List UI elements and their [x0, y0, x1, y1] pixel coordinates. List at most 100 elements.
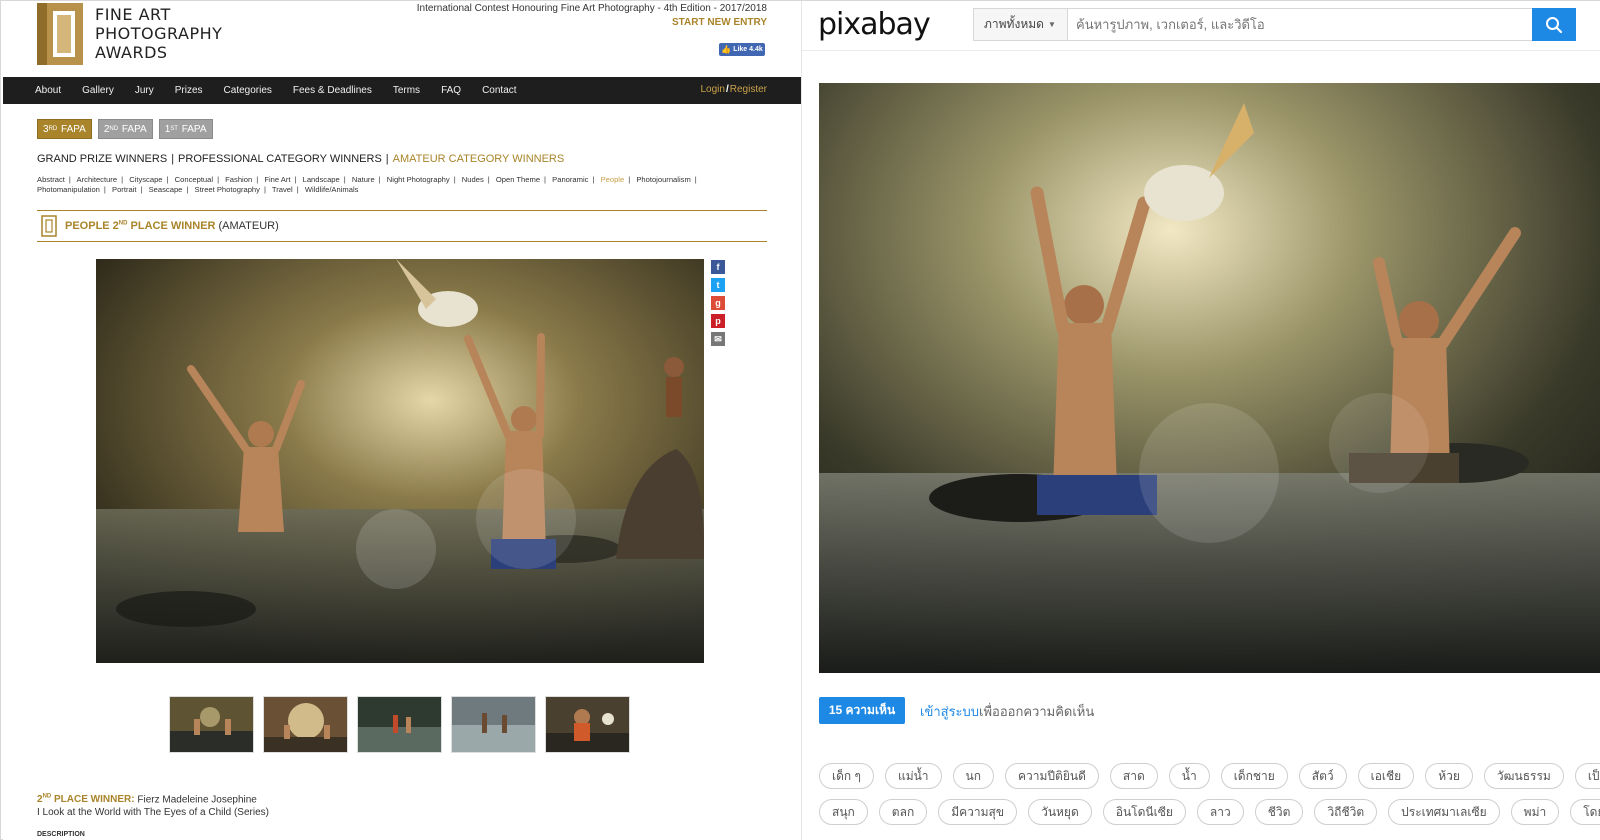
tag-chip[interactable]: โดยธรรมชาติ: [1570, 799, 1600, 825]
category-link[interactable]: Cityscape: [129, 175, 162, 184]
tag-chip[interactable]: วันหยุด: [1028, 799, 1092, 825]
category-link[interactable]: Panoramic: [552, 175, 588, 184]
nav-categories[interactable]: Categories: [224, 85, 272, 96]
nav-about[interactable]: About: [35, 85, 61, 96]
facebook-like-button[interactable]: 👍 Like 4.4k: [719, 43, 765, 56]
pinterest-icon[interactable]: p: [711, 314, 725, 328]
winning-photo[interactable]: [96, 259, 704, 663]
thumbnail-2[interactable]: [263, 696, 348, 753]
tag-chip[interactable]: เป็ด: [1574, 763, 1600, 789]
logo-line-2: PHOTOGRAPHY: [95, 24, 223, 43]
tag-chip[interactable]: ความปีติยินดี: [1005, 763, 1099, 789]
google-plus-icon[interactable]: g: [711, 296, 725, 310]
category-link[interactable]: Fashion: [225, 175, 252, 184]
edition-3rd-fapa[interactable]: 3 RD FAPA: [37, 119, 92, 139]
category-link[interactable]: Fine Art: [264, 175, 290, 184]
tag-chip[interactable]: น้ำ: [1168, 763, 1210, 789]
credit-sup: ND: [42, 794, 52, 800]
professional-link[interactable]: PROFESSIONAL CATEGORY WINNERS: [178, 153, 382, 165]
nav-terms[interactable]: Terms: [393, 85, 420, 96]
separator: |: [544, 175, 547, 184]
category-link[interactable]: Nudes: [462, 175, 484, 184]
category-link[interactable]: Travel: [272, 185, 293, 194]
thumbnail-3[interactable]: [357, 696, 442, 753]
separator: |: [166, 175, 169, 184]
photographer-name: Fierz Madeleine Josephine: [137, 794, 257, 806]
contest-tagline: International Contest Honouring Fine Art…: [416, 3, 767, 14]
category-link[interactable]: Portrait: [112, 185, 136, 194]
separator: |: [256, 175, 259, 184]
category-link[interactable]: Conceptual: [175, 175, 213, 184]
login-link[interactable]: เข้าสู่ระบบ: [920, 704, 979, 719]
media-type-dropdown[interactable]: ภาพทั้งหมด ▼: [973, 8, 1067, 41]
tag-chip[interactable]: อินโดนีเซีย: [1102, 799, 1186, 825]
pixabay-photo[interactable]: [819, 83, 1600, 673]
twitter-icon[interactable]: t: [711, 278, 725, 292]
separator: |: [103, 185, 106, 194]
edition-label: FAPA: [121, 123, 147, 135]
category-link[interactable]: Architecture: [77, 175, 118, 184]
tag-chip[interactable]: มีความสุข: [938, 799, 1018, 825]
edition-2nd-fapa[interactable]: 2 ND FAPA: [97, 119, 153, 139]
tag-chip[interactable]: ลาว: [1196, 799, 1244, 825]
banner-prefix: PEOPLE 2: [65, 220, 119, 232]
nav-prizes[interactable]: Prizes: [175, 85, 203, 96]
facebook-icon[interactable]: f: [711, 260, 725, 274]
winner-banner: PEOPLE 2ND PLACE WINNER (AMATEUR): [37, 210, 767, 242]
category-link[interactable]: Photojournalism: [636, 175, 690, 184]
thumbnail-4[interactable]: [451, 696, 536, 753]
login-link[interactable]: Login: [701, 84, 725, 95]
screenshot-frame: FINE ART PHOTOGRAPHY AWARDS Internationa…: [0, 0, 1600, 840]
tag-chip[interactable]: สัตว์: [1298, 763, 1347, 789]
category-link[interactable]: Abstract: [37, 175, 65, 184]
thumbnail-5[interactable]: [545, 696, 630, 753]
search-input[interactable]: [1067, 8, 1533, 41]
search-icon: [1546, 16, 1563, 33]
tag-chip[interactable]: ประเทศมาเลเซีย: [1388, 799, 1500, 825]
thumbnail-1[interactable]: [169, 696, 254, 753]
register-link[interactable]: Register: [730, 84, 767, 95]
category-link[interactable]: Night Photography: [387, 175, 450, 184]
tag-chip[interactable]: สนุก: [819, 799, 868, 825]
pixabay-logo[interactable]: pixabay: [818, 7, 931, 42]
tag-chip[interactable]: ชีวิต: [1254, 799, 1304, 825]
email-icon[interactable]: ✉: [711, 332, 725, 346]
tag-chip[interactable]: พม่า: [1510, 799, 1560, 825]
nav-fees-deadlines[interactable]: Fees & Deadlines: [293, 85, 372, 96]
tag-chip[interactable]: ตลก: [878, 799, 928, 825]
tag-chip[interactable]: เด็ก ๆ: [819, 763, 874, 789]
start-new-entry-link[interactable]: START NEW ENTRY: [672, 17, 767, 28]
category-link[interactable]: Open Theme: [496, 175, 540, 184]
tag-chip[interactable]: เด็กชาย: [1220, 763, 1288, 789]
separator: |: [592, 175, 595, 184]
category-link[interactable]: Landscape: [303, 175, 340, 184]
tag-chip[interactable]: สาด: [1109, 763, 1158, 789]
category-link[interactable]: Seascape: [149, 185, 183, 194]
separator: |: [68, 175, 71, 184]
comments-count-button[interactable]: 15 ความเห็น: [819, 697, 905, 724]
fapa-logo-text[interactable]: FINE ART PHOTOGRAPHY AWARDS: [95, 5, 222, 62]
category-link[interactable]: Photomanipulation: [37, 185, 100, 194]
amateur-link[interactable]: AMATEUR CATEGORY WINNERS: [393, 153, 565, 165]
tag-list: เด็ก ๆ แม่น้ำ นก ความปีติยินดี สาด น้ำ เด็กชาย…: [819, 763, 1600, 835]
nav-gallery[interactable]: Gallery: [82, 85, 114, 96]
tag-chip[interactable]: แม่น้ำ: [884, 763, 942, 789]
tag-chip[interactable]: ห้วย: [1425, 763, 1473, 789]
tag-chip[interactable]: วัฒนธรรม: [1483, 763, 1564, 789]
category-link[interactable]: People: [601, 175, 625, 184]
category-link[interactable]: Street Photography: [195, 185, 260, 194]
edition-1st-fapa[interactable]: 1 ST FAPA: [158, 119, 213, 139]
nav-faq[interactable]: FAQ: [441, 85, 461, 96]
category-link[interactable]: Nature: [352, 175, 375, 184]
tag-chip[interactable]: เอเชีย: [1357, 763, 1415, 789]
search-button[interactable]: [1532, 8, 1576, 41]
tag-chip[interactable]: วิถีชีวิต: [1314, 799, 1378, 825]
tag-chip[interactable]: นก: [952, 763, 995, 789]
category-link[interactable]: Wildlife/Animals: [305, 185, 359, 194]
grand-prize-link[interactable]: GRAND PRIZE WINNERS: [37, 153, 167, 165]
separator: |: [378, 175, 381, 184]
fapa-logo-icon[interactable]: [37, 3, 83, 65]
nav-jury[interactable]: Jury: [135, 85, 154, 96]
edition-sup: RD: [48, 126, 58, 132]
nav-contact[interactable]: Contact: [482, 85, 516, 96]
